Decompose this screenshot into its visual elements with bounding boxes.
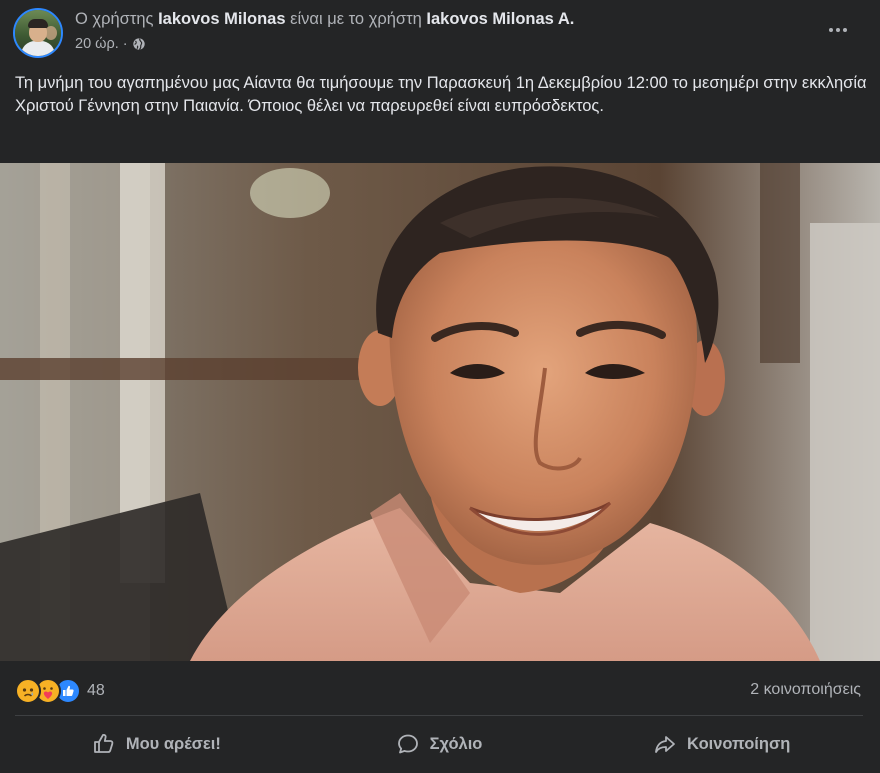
post-text: Τη μνήμη του αγαπημένου μας Αίαντα θα τι… xyxy=(15,74,867,115)
like-button[interactable]: Μου αρέσει! xyxy=(15,718,298,770)
sad-icon xyxy=(15,678,41,704)
comment-button[interactable]: Σχόλιο xyxy=(298,718,581,770)
post-photo[interactable] xyxy=(0,163,880,661)
tagged-user-link[interactable]: Iakovos Milonas A. xyxy=(426,10,574,28)
comment-bubble-icon xyxy=(397,734,418,754)
divider xyxy=(15,715,863,716)
reaction-count: 48 xyxy=(87,682,105,699)
share-button[interactable]: Κοινοποίηση xyxy=(580,718,863,770)
post-header-line: Ο χρήστης Iakovos Milonas είναι με το χρ… xyxy=(75,10,574,29)
post-timestamp[interactable]: 20 ώρ. · xyxy=(75,36,128,52)
post-header: Ο χρήστης Iakovos Milonas είναι με το χρ… xyxy=(0,0,880,64)
comment-button-label: Σχόλιο xyxy=(429,734,483,753)
more-options-icon[interactable] xyxy=(826,18,850,42)
photo-illustration xyxy=(0,163,880,661)
author-name-link[interactable]: Iakovos Milonas xyxy=(158,10,285,28)
thumbs-up-icon xyxy=(93,733,114,753)
globe-icon[interactable] xyxy=(132,37,146,51)
header-middle: είναι με το χρήστη xyxy=(290,10,422,28)
header-prefix: Ο χρήστης xyxy=(75,10,154,28)
post-meta: 20 ώρ. · xyxy=(75,36,146,52)
share-arrow-icon xyxy=(655,736,675,753)
author-avatar[interactable] xyxy=(13,8,63,58)
facebook-post: Ο χρήστης Iakovos Milonas είναι με το χρ… xyxy=(0,0,880,773)
like-button-label: Μου αρέσει! xyxy=(125,734,221,753)
reactions-summary[interactable]: 48 xyxy=(15,678,105,704)
share-button-label: Κοινοποίηση xyxy=(687,734,791,753)
shares-count[interactable]: 2 κοινοποιήσεις xyxy=(750,681,861,699)
post-actions: Μου αρέσει! Σχόλιο Κοινοποίηση xyxy=(15,718,863,770)
